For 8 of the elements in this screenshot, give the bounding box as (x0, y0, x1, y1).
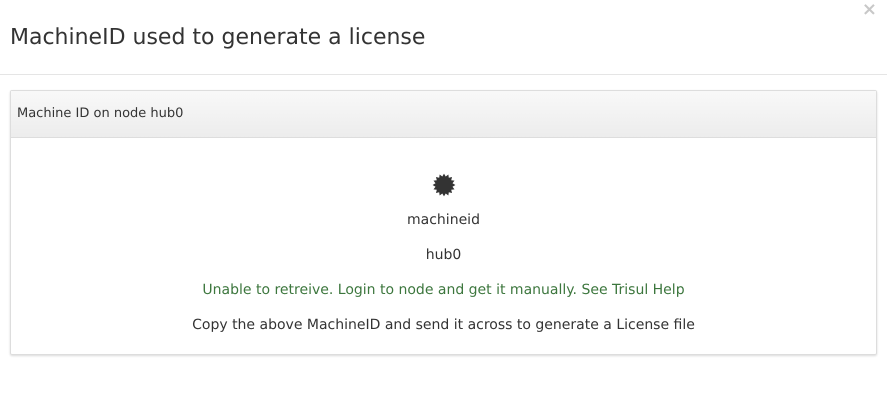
certificate-icon (430, 172, 456, 198)
dialog-title: MachineID used to generate a license (10, 24, 426, 52)
info-text: machineid (407, 211, 480, 230)
status-message: Unable to retreive. Login to node and get it manually. See Trisul Help (202, 281, 685, 300)
close-button[interactable]: × (862, 1, 877, 19)
panel-heading: Machine ID on node hub0 (17, 105, 184, 124)
info-text: Copy the above MachineID and send it across to generate a License file (192, 316, 695, 335)
info-text: hub0 (426, 246, 462, 265)
